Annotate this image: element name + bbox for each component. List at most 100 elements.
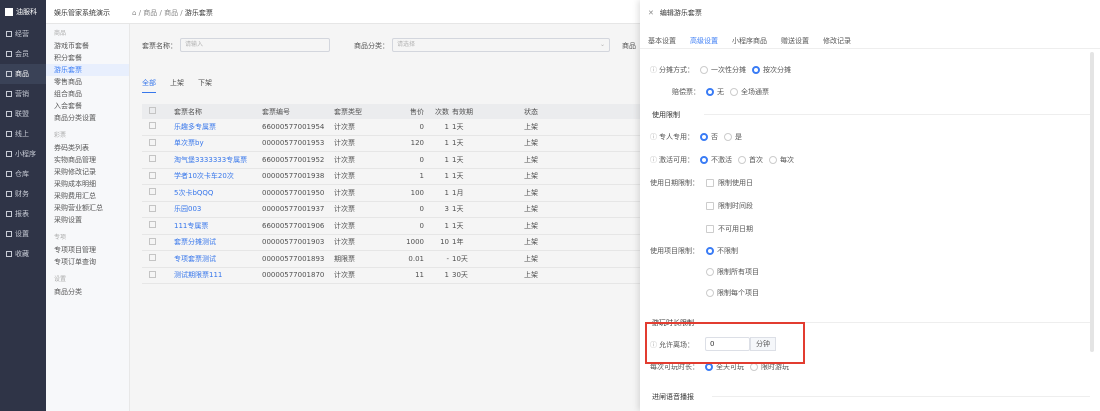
project-limit-row: 使用项目限制： 不限制 bbox=[650, 247, 738, 255]
menu-item[interactable]: 组合商品 bbox=[46, 88, 129, 100]
nav-item-marketing[interactable]: 营销 bbox=[0, 84, 46, 104]
tab-basic[interactable]: 基本设置 bbox=[648, 36, 676, 46]
online-icon bbox=[6, 131, 12, 137]
drawer-mask[interactable] bbox=[130, 24, 640, 411]
project-limit-row-2: 限制所有项目 bbox=[700, 267, 759, 277]
checkbox-limit-day[interactable] bbox=[706, 179, 714, 187]
menu-item[interactable]: 实物商品管理 bbox=[46, 154, 129, 166]
scrollbar[interactable] bbox=[1090, 52, 1094, 352]
menu-item[interactable]: 采购设置 bbox=[46, 214, 129, 226]
nav-item-report[interactable]: 报表 bbox=[0, 204, 46, 224]
menu-item-active[interactable]: 游乐套票 bbox=[46, 64, 129, 76]
home-icon[interactable]: ⌂ bbox=[132, 9, 136, 17]
radio-fixed-none[interactable] bbox=[706, 88, 714, 96]
radio-exclusive-yes[interactable] bbox=[724, 133, 732, 141]
menu-group-title: 彩票 bbox=[54, 132, 67, 139]
checkbox-limit-period[interactable] bbox=[706, 202, 714, 210]
radio-split-by-times[interactable] bbox=[752, 66, 760, 74]
breadcrumb-item[interactable]: 商品 bbox=[143, 9, 157, 17]
radio-project-all[interactable] bbox=[706, 268, 714, 276]
heart-icon bbox=[6, 251, 12, 257]
nav-item-business[interactable]: 经营 bbox=[0, 24, 46, 44]
menu-item[interactable]: 采购营业额汇总 bbox=[46, 202, 129, 214]
menu-item[interactable]: 零售商品 bbox=[46, 76, 129, 88]
unlock-row: ⓘ 激活可用： 不激活 首次 每次 bbox=[650, 156, 794, 164]
radio-project-none[interactable] bbox=[706, 247, 714, 255]
radio-limited-time[interactable] bbox=[750, 363, 758, 371]
system-title: 娱乐管家系统演示 bbox=[54, 9, 110, 17]
breadcrumb-current: 游乐套票 bbox=[184, 9, 213, 17]
drawer-title: ✕ 编辑游乐套票 bbox=[648, 9, 702, 17]
chart-icon bbox=[6, 31, 12, 37]
breadcrumb: ⌂ / 商品 / 商品 / 游乐套票 bbox=[132, 9, 213, 17]
tab-advanced[interactable]: 高级设置 bbox=[690, 36, 718, 46]
divider bbox=[704, 114, 1090, 115]
info-icon: ⓘ bbox=[650, 133, 657, 141]
menu-item[interactable]: 专项项目管理 bbox=[46, 244, 129, 256]
menu-item[interactable]: 商品分类设置 bbox=[46, 112, 129, 124]
menu-item[interactable]: 采购费用汇总 bbox=[46, 190, 129, 202]
date-limit-row-3: 不可用日期 bbox=[706, 224, 753, 234]
nav-item-miniprogram[interactable]: 小程序 bbox=[0, 144, 46, 164]
nav-item-warehouse[interactable]: 仓库 bbox=[0, 164, 46, 184]
nav-item-finance[interactable]: 财务 bbox=[0, 184, 46, 204]
nav-item-member[interactable]: 会员 bbox=[0, 44, 46, 64]
radio-split-once[interactable] bbox=[700, 66, 708, 74]
nav-item-settings[interactable]: 设置 bbox=[0, 224, 46, 244]
info-icon: ⓘ bbox=[650, 66, 657, 74]
gear-icon bbox=[6, 231, 12, 237]
menu-item[interactable]: 积分套餐 bbox=[46, 52, 129, 64]
menu-item[interactable]: 入会套餐 bbox=[46, 100, 129, 112]
logo-icon bbox=[5, 8, 13, 16]
menu-group-title: 商品 bbox=[54, 30, 67, 37]
nav-item-goods[interactable]: 商品 bbox=[0, 64, 46, 84]
nav-item-online[interactable]: 线上 bbox=[0, 124, 46, 144]
highlight-box bbox=[645, 322, 805, 364]
nav-item-favorites[interactable]: 收藏 bbox=[0, 244, 46, 264]
alliance-icon bbox=[6, 111, 12, 117]
finance-icon bbox=[6, 191, 12, 197]
exclusive-row: ⓘ 专人专用： 否 是 bbox=[650, 133, 742, 141]
radio-exclusive-no[interactable] bbox=[700, 133, 708, 141]
split-row: ⓘ 分摊方式： 一次性分摊 按次分摊 bbox=[650, 66, 791, 74]
fixed-row: 赔偿票： 无 全场通票 bbox=[672, 88, 769, 96]
report-icon bbox=[6, 211, 12, 217]
divider bbox=[640, 48, 1100, 49]
section-gate-voice: 进闸语音播报 bbox=[652, 393, 694, 401]
secondary-sidebar: 商品 游戏币套餐 积分套餐 游乐套票 零售商品 组合商品 入会套餐 商品分类设置… bbox=[46, 24, 130, 411]
menu-item[interactable]: 采购修改记录 bbox=[46, 166, 129, 178]
goods-icon bbox=[6, 71, 12, 77]
app-logo[interactable]: 油服科 bbox=[0, 0, 46, 24]
radio-unlock-first[interactable] bbox=[738, 156, 746, 164]
menu-item[interactable]: 采购成本明细 bbox=[46, 178, 129, 190]
tab-gift[interactable]: 赠送设置 bbox=[781, 36, 809, 46]
radio-project-each[interactable] bbox=[706, 289, 714, 297]
radio-unlock-every[interactable] bbox=[769, 156, 777, 164]
project-limit-row-3: 限制每个项目 bbox=[700, 288, 759, 298]
warehouse-icon bbox=[6, 171, 12, 177]
menu-item[interactable]: 游戏币套餐 bbox=[46, 40, 129, 52]
close-icon[interactable]: ✕ bbox=[648, 9, 654, 17]
radio-fixed-all[interactable] bbox=[730, 88, 738, 96]
date-limit-row: 使用日期限制： 限制使用日 bbox=[650, 179, 753, 187]
flag-icon bbox=[6, 91, 12, 97]
menu-item[interactable]: 专项订单查询 bbox=[46, 256, 129, 268]
tab-miniprogram[interactable]: 小程序商品 bbox=[732, 36, 767, 46]
menu-group-title: 设置 bbox=[54, 276, 67, 283]
checkbox-unavailable-date[interactable] bbox=[706, 225, 714, 233]
breadcrumb-item[interactable]: 商品 bbox=[164, 9, 178, 17]
info-icon: ⓘ bbox=[650, 156, 657, 164]
tab-history[interactable]: 修改记录 bbox=[823, 36, 851, 46]
miniprogram-icon bbox=[6, 151, 12, 157]
user-icon bbox=[6, 51, 12, 57]
menu-item[interactable]: 券码类列表 bbox=[46, 142, 129, 154]
primary-sidebar: 经营 会员 商品 营销 联盟 线上 小程序 仓库 财务 报表 设置 收藏 bbox=[0, 24, 46, 411]
menu-item[interactable]: 商品分类 bbox=[46, 286, 129, 298]
drawer-tabs: 基本设置 高级设置 小程序商品 赠送设置 修改记录 bbox=[648, 36, 865, 46]
date-limit-row-2: 限制时间段 bbox=[706, 201, 753, 211]
radio-all-day[interactable] bbox=[705, 363, 713, 371]
section-usage-limit: 使用限制 bbox=[652, 111, 680, 119]
menu-group-title: 专项 bbox=[54, 234, 67, 241]
nav-item-alliance[interactable]: 联盟 bbox=[0, 104, 46, 124]
radio-unlock-none[interactable] bbox=[700, 156, 708, 164]
